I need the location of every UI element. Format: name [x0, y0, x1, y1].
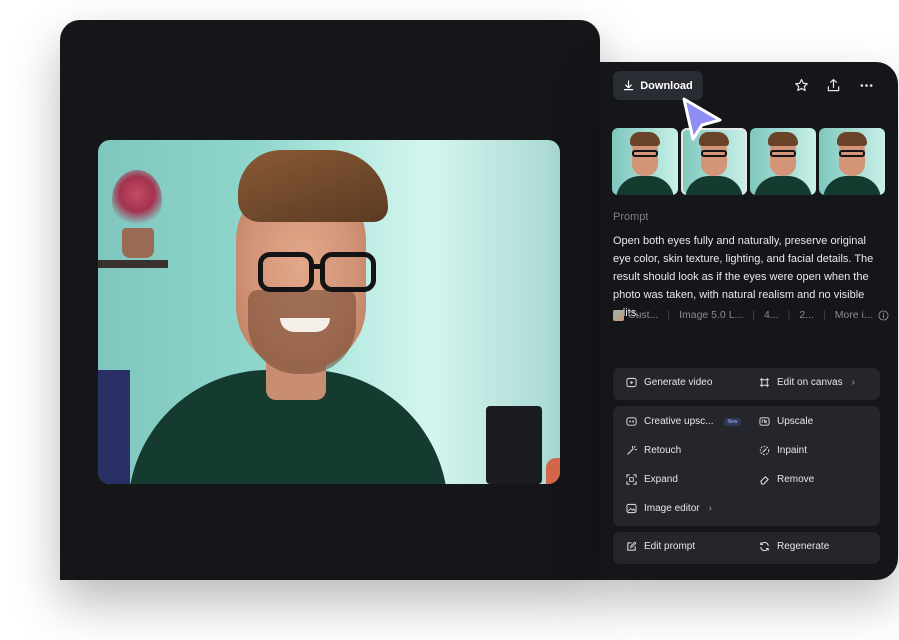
- download-label: Download: [640, 79, 693, 92]
- chevron-right-icon: ›: [851, 377, 855, 388]
- video-icon: [626, 377, 637, 388]
- creative-upscale-label: Creative upsc...: [644, 416, 714, 427]
- retouch-label: Retouch: [644, 445, 682, 456]
- edit-on-canvas-label: Edit on canvas: [777, 377, 843, 388]
- upscale-icon: [759, 417, 770, 426]
- variation-thumbnail[interactable]: [750, 128, 816, 195]
- share-button[interactable]: [823, 75, 843, 95]
- meta-style[interactable]: Cust...: [628, 309, 658, 321]
- edit-prompt-button[interactable]: Edit prompt: [626, 541, 695, 552]
- variation-thumbnail[interactable]: [612, 128, 678, 195]
- meta-ratio[interactable]: 2...: [799, 309, 814, 321]
- image-editor-icon: [626, 503, 637, 514]
- meta-separator: |: [822, 309, 826, 321]
- edit-prompt-label: Edit prompt: [644, 541, 696, 552]
- upscale-button[interactable]: Upscale: [759, 416, 813, 427]
- subject-glasses-left: [258, 252, 314, 292]
- subject-glasses-bridge: [312, 264, 324, 269]
- regenerate-button[interactable]: Regenerate: [759, 541, 829, 552]
- more-options-button[interactable]: [856, 75, 876, 95]
- magic-wand-icon: [627, 445, 637, 455]
- expand-icon: [626, 474, 637, 485]
- background-speaker: [486, 406, 542, 484]
- image-editor-button[interactable]: Image editor ›: [626, 503, 712, 514]
- inpaint-button[interactable]: Inpaint: [759, 445, 807, 456]
- canvas-icon: [759, 377, 770, 388]
- generate-video-label: Generate video: [644, 377, 713, 388]
- meta-count[interactable]: 4...: [764, 309, 779, 321]
- subject-beard: [248, 290, 356, 374]
- subject-hair: [238, 150, 388, 222]
- edit-on-canvas-button[interactable]: Edit on canvas ›: [759, 377, 855, 388]
- generation-meta: Cust... | Image 5.0 L... | 4... | 2... |…: [613, 309, 889, 321]
- info-icon[interactable]: [878, 309, 889, 321]
- background-flower: [112, 170, 162, 230]
- meta-more-info[interactable]: More i...: [835, 309, 873, 321]
- subject-glasses-right: [320, 252, 376, 292]
- image-editor-label: Image editor: [644, 503, 700, 514]
- expand-button[interactable]: Expand: [626, 474, 678, 485]
- star-icon: [794, 78, 808, 91]
- meta-separator: |: [787, 309, 791, 321]
- subject-smile: [280, 318, 330, 332]
- background-object: [546, 458, 560, 484]
- share-icon: [827, 78, 839, 91]
- meta-separator: |: [667, 309, 671, 321]
- favorite-button[interactable]: [791, 75, 811, 95]
- creative-upscale-icon: [626, 417, 637, 426]
- inpaint-icon: [759, 445, 770, 456]
- image-preview-card: [60, 20, 600, 580]
- prompt-label: Prompt: [613, 211, 649, 223]
- screenshot-stage: Download Prompt Open both eyes fully and…: [0, 0, 899, 640]
- eraser-icon: [760, 476, 769, 485]
- meta-separator: |: [752, 309, 756, 321]
- variation-thumbnails: [612, 128, 885, 195]
- generate-video-button[interactable]: Generate video: [626, 377, 712, 388]
- regenerate-label: Regenerate: [777, 541, 830, 552]
- variation-thumbnail[interactable]: [819, 128, 885, 195]
- background-shelf: [98, 260, 168, 268]
- download-icon: [623, 80, 634, 91]
- meta-model[interactable]: Image 5.0 L...: [679, 309, 743, 321]
- primary-actions-group: Generate video Edit on canvas ›: [613, 368, 880, 400]
- tools-actions-group: Creative upsc... New Upscale Retouch Inp…: [613, 406, 880, 526]
- new-badge: New: [724, 417, 741, 426]
- inpaint-label: Inpaint: [777, 445, 808, 456]
- pointer-cursor-icon: [682, 97, 722, 141]
- upscale-label: Upscale: [777, 416, 814, 427]
- refresh-icon: [760, 541, 769, 552]
- remove-label: Remove: [777, 474, 815, 485]
- background-lamp: [98, 370, 130, 484]
- expand-label: Expand: [644, 474, 678, 485]
- creative-upscale-button[interactable]: Creative upsc... New: [626, 416, 741, 427]
- retouch-button[interactable]: Retouch: [626, 445, 681, 456]
- chevron-right-icon: ›: [708, 503, 712, 514]
- image-details-panel: Download Prompt Open both eyes fully and…: [600, 62, 898, 580]
- generated-portrait-image[interactable]: [98, 140, 560, 484]
- more-icon: [860, 83, 872, 87]
- style-avatar: [613, 309, 624, 321]
- background-vase: [122, 228, 154, 258]
- prompt-actions-group: Edit prompt Regenerate: [613, 532, 880, 564]
- remove-button[interactable]: Remove: [759, 474, 814, 485]
- edit-prompt-icon: [627, 541, 637, 551]
